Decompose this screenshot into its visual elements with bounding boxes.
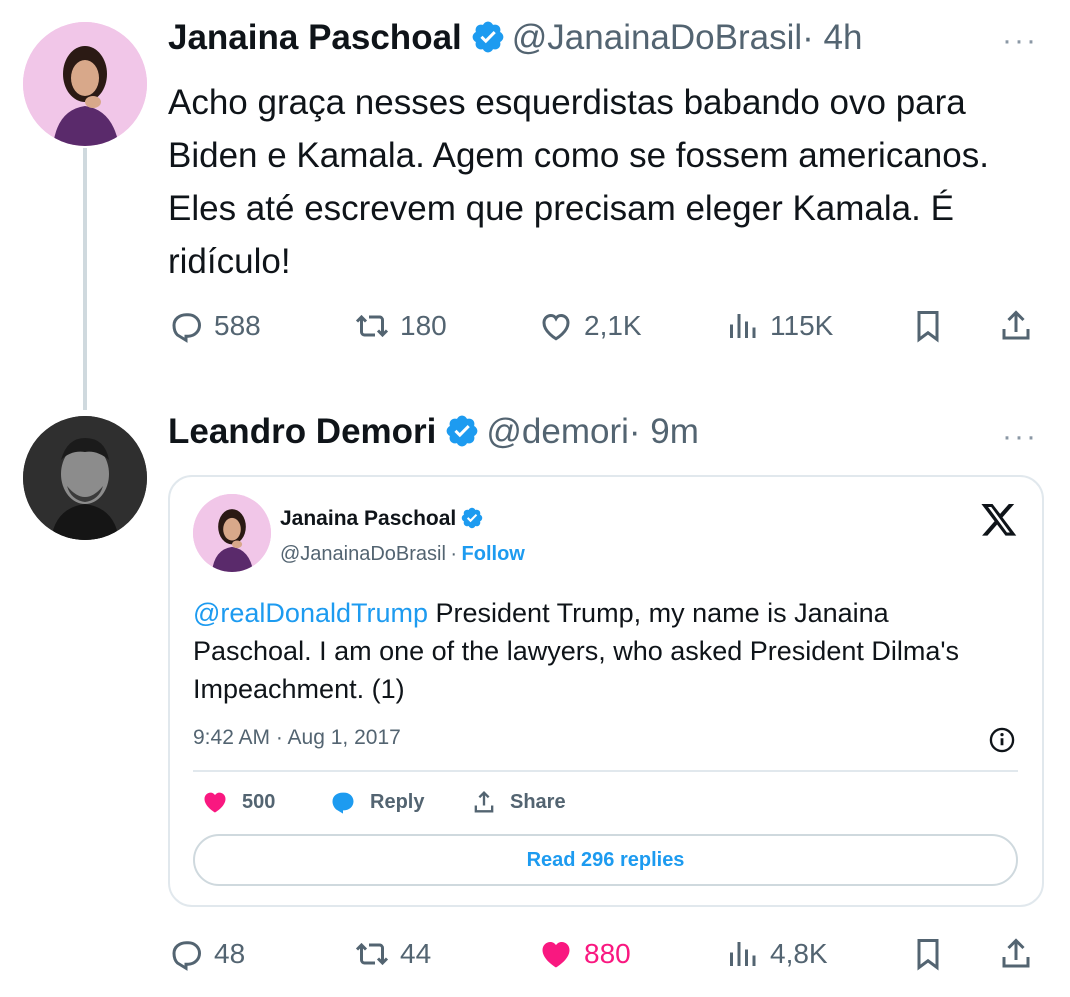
mention-link[interactable]: @realDonaldTrump — [193, 598, 428, 628]
x-logo-icon[interactable] — [980, 500, 1018, 538]
follow-link[interactable]: Follow — [462, 543, 525, 565]
like-count: 880 — [584, 938, 631, 969]
retweet-icon — [355, 942, 389, 966]
tweet-text: Acho graça nesses esquerdistas babando o… — [168, 83, 989, 281]
tweet1-actions: 588 180 2,1K 115K — [168, 308, 1038, 352]
reply-icon — [332, 792, 354, 814]
bookmark-icon — [917, 311, 939, 343]
views-button[interactable]: 4,8K — [724, 936, 828, 972]
reply-button[interactable]: 588 — [168, 308, 261, 344]
verified-badge-icon — [472, 21, 504, 53]
share-button[interactable] — [998, 936, 1034, 972]
views-icon — [730, 314, 756, 338]
share-icon — [1002, 310, 1030, 340]
reply-icon — [172, 313, 202, 343]
like-count: 2,1K — [584, 310, 642, 341]
retweet-count: 180 — [400, 310, 447, 341]
avatar-janaina[interactable] — [23, 22, 147, 146]
like-icon — [204, 792, 226, 813]
tweet2-actions: 48 44 880 4,8K — [168, 936, 1038, 980]
embed-separator: · — [450, 543, 458, 565]
more-icon[interactable]: ··· — [1002, 420, 1038, 454]
verified-badge-icon — [447, 415, 478, 447]
embed-subheader: @JanainaDoBrasil · Follow — [280, 543, 525, 566]
views-count: 4,8K — [770, 938, 828, 969]
like-button[interactable]: 2,1K — [538, 308, 642, 344]
info-icon[interactable] — [988, 726, 1016, 754]
like-icon — [542, 313, 570, 341]
retweet-icon — [355, 314, 389, 338]
bookmark-button[interactable] — [910, 936, 946, 972]
reply-count: 48 — [214, 938, 246, 969]
embed-author-name[interactable]: Janaina Paschoal — [280, 507, 456, 530]
embed-like-button[interactable]: 500 — [200, 788, 275, 816]
reply-button[interactable]: 48 — [168, 936, 245, 972]
share-icon — [1002, 938, 1030, 968]
verified-badge-icon — [462, 507, 483, 529]
embed-divider — [193, 770, 1018, 772]
embed-share-label: Share — [510, 790, 566, 813]
embed-avatar[interactable] — [193, 494, 271, 572]
tweet2-header: Leandro Demori @demori· 9m — [168, 412, 699, 452]
thread-connector — [83, 148, 87, 410]
avatar-leandro[interactable] — [23, 416, 147, 540]
author-handle[interactable]: @demori — [486, 412, 629, 451]
views-icon — [730, 942, 756, 966]
reply-icon — [172, 941, 202, 971]
embed-like-count: 500 — [242, 790, 276, 813]
read-replies-button[interactable]: Read 296 replies — [193, 834, 1018, 886]
share-button[interactable] — [998, 308, 1034, 344]
views-count: 115K — [770, 310, 834, 341]
share-icon — [474, 791, 494, 813]
embed-reply-label: Reply — [370, 790, 425, 813]
embed-timestamp[interactable]: 9:42 AM · Aug 1, 2017 — [193, 726, 401, 750]
tweet-time[interactable]: · 9m — [629, 412, 699, 451]
embed-author-handle[interactable]: @JanainaDoBrasil — [280, 543, 446, 565]
embed-reply-button[interactable]: Reply — [328, 788, 424, 816]
reply-count: 588 — [214, 310, 261, 341]
author-name[interactable]: Leandro Demori — [168, 412, 436, 451]
views-button[interactable]: 115K — [724, 308, 833, 344]
author-handle[interactable]: @JanainaDoBrasil — [512, 18, 802, 57]
embed-header: Janaina Paschoal — [280, 506, 484, 531]
author-name[interactable]: Janaina Paschoal — [168, 18, 462, 57]
bookmark-icon — [917, 939, 939, 971]
embed-tweet-text: @realDonaldTrump President Trump, my nam… — [193, 594, 1013, 708]
retweet-button[interactable]: 44 — [354, 936, 431, 972]
like-icon — [542, 942, 570, 968]
bookmark-button[interactable] — [910, 308, 946, 344]
tweet1-header: Janaina Paschoal @JanainaDoBrasil· 4h — [168, 18, 862, 58]
retweet-count: 44 — [400, 938, 432, 969]
more-icon[interactable]: ··· — [1002, 24, 1038, 58]
embed-share-button[interactable]: Share — [470, 788, 566, 816]
tweet-time[interactable]: · 4h — [802, 18, 862, 57]
retweet-button[interactable]: 180 — [354, 308, 447, 344]
like-button[interactable]: 880 — [538, 936, 631, 972]
